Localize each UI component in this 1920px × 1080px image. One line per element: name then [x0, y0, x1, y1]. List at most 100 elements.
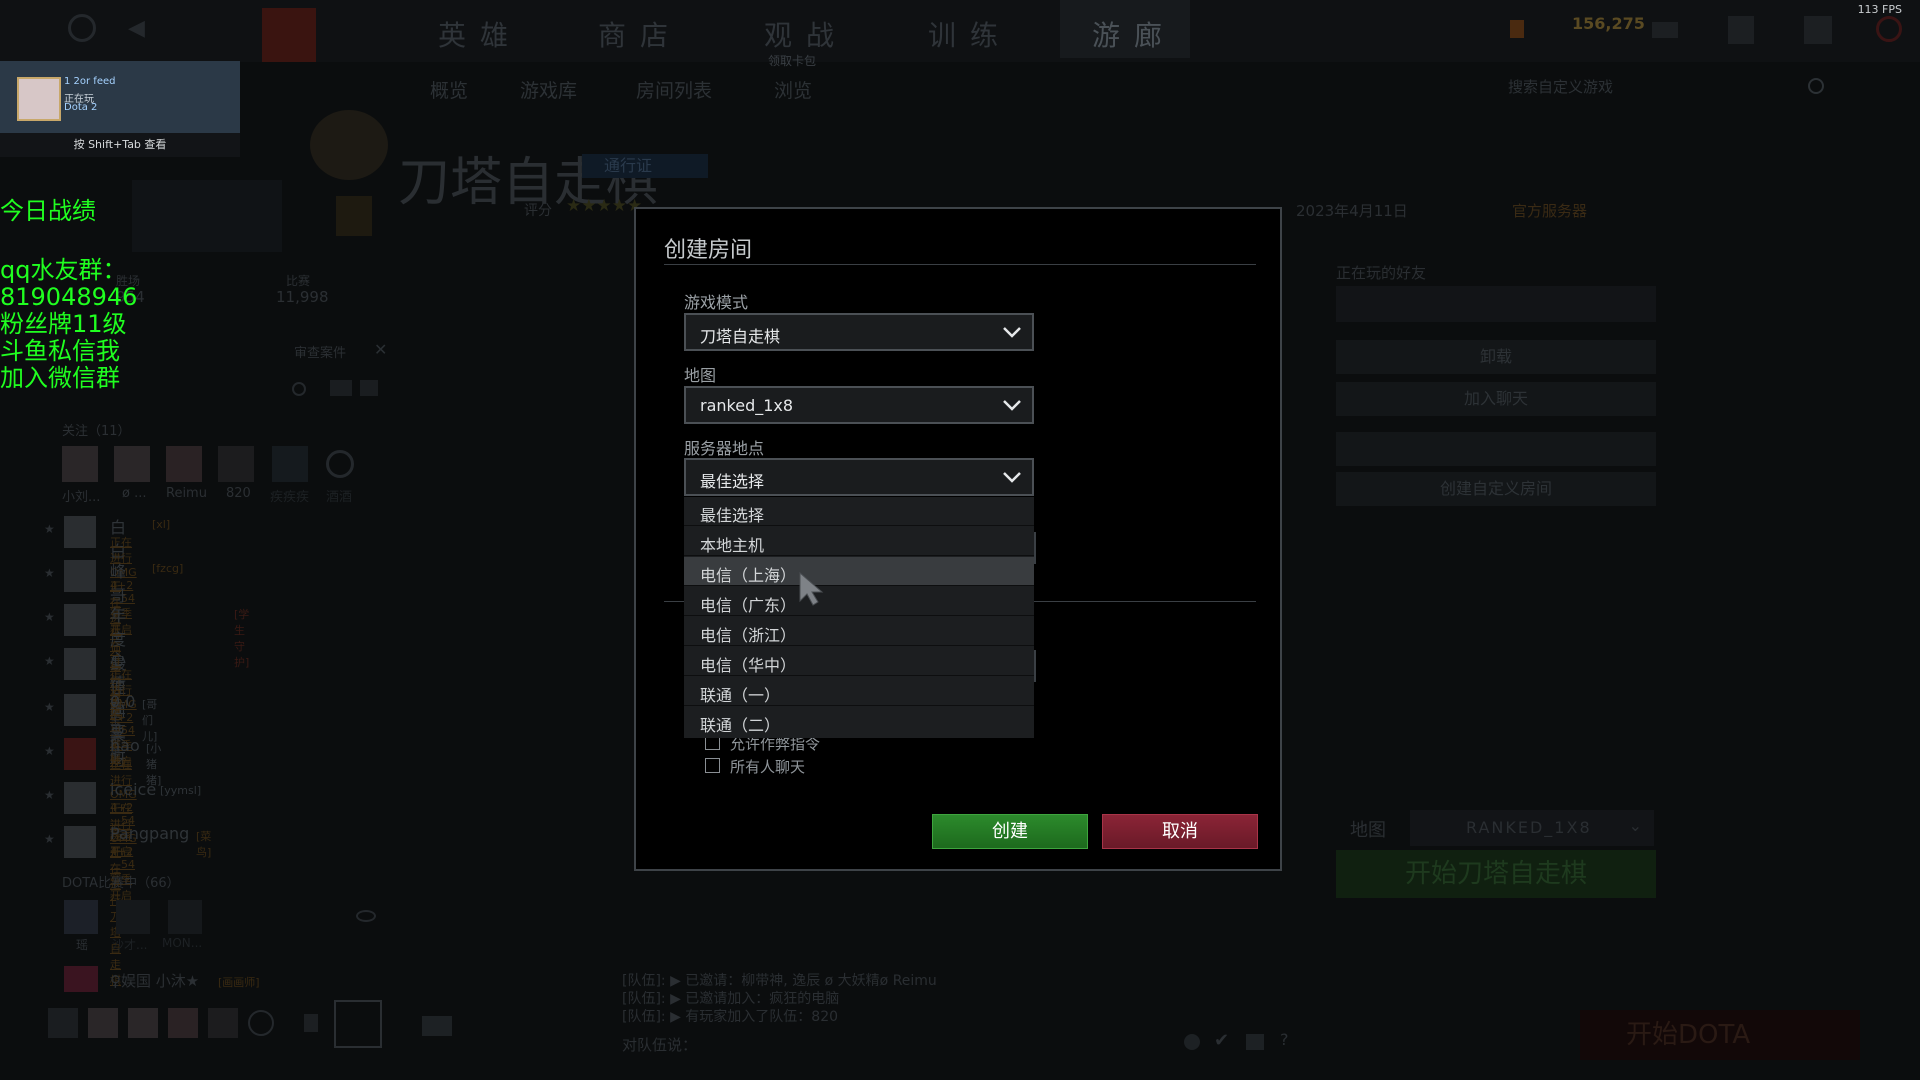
mail-icon[interactable] [1652, 22, 1678, 38]
game-mode-select[interactable]: 刀塔自走棋 [684, 313, 1034, 351]
star-icon[interactable]: ★ [44, 610, 55, 624]
power-icon[interactable] [1876, 16, 1902, 42]
party-avatar[interactable] [88, 1008, 118, 1038]
shield-icon[interactable] [1728, 16, 1754, 44]
subnav-overview[interactable]: 概览 [430, 76, 468, 103]
start-autochess-label: 开始刀塔自走棋 [1404, 859, 1587, 889]
steam-notification[interactable]: 1 2or feed 正在玩 Dota 2 [0, 61, 240, 133]
party-avatar[interactable] [168, 1008, 198, 1038]
star-icon[interactable]: ★ [44, 700, 55, 714]
server-select[interactable]: 最佳选择 [684, 458, 1034, 496]
eye-icon[interactable] [356, 910, 376, 922]
star-icon[interactable]: ★ [44, 788, 55, 802]
friend-tag: [yymsl] [160, 784, 202, 797]
review-cases-link[interactable]: 审查案件 [294, 342, 346, 361]
headset-icon[interactable] [326, 450, 354, 478]
map-label: 地图 [684, 366, 717, 385]
dota-friend-avatar[interactable] [168, 900, 202, 934]
server-option[interactable]: 本地主机 [684, 527, 1034, 556]
dota-logo[interactable] [262, 8, 316, 62]
subnav-browse[interactable]: 浏览 [774, 76, 812, 103]
uninstall-button[interactable]: 卸载 [1336, 340, 1656, 374]
title-divider [664, 264, 1256, 265]
top-friend-avatar[interactable] [62, 446, 98, 482]
server-option-hovered[interactable]: 电信（上海） [684, 557, 1034, 586]
nav-learn[interactable]: 训练 [928, 14, 1012, 54]
headset-icon[interactable] [248, 1010, 274, 1036]
allchat-checkbox[interactable] [705, 758, 720, 773]
party-avatar[interactable] [208, 1008, 238, 1038]
map-select[interactable]: ranked_1x8 [684, 386, 1034, 424]
server-option[interactable]: 电信（华中） [684, 647, 1034, 676]
friend-settings-icon[interactable] [360, 380, 378, 396]
subnav-library[interactable]: 游戏库 [520, 76, 577, 103]
play-dota-button[interactable]: 开始DOTA [1580, 1010, 1860, 1060]
dota-friend-avatar[interactable] [64, 900, 98, 934]
subnav-rooms[interactable]: 房间列表 [636, 76, 712, 103]
lock-icon[interactable] [304, 1014, 318, 1032]
official-server: 官方服务器 [1512, 202, 1588, 220]
nav-store[interactable]: 商店 [598, 14, 682, 54]
pass-button[interactable]: 通行证 [582, 154, 708, 178]
pass-button-label: 通行证 [604, 156, 653, 175]
plus-hex-icon[interactable] [336, 196, 372, 236]
grid-menu-icon[interactable] [422, 1016, 452, 1036]
top-friend-avatar[interactable] [166, 446, 202, 482]
star-icon[interactable]: ★ [44, 566, 55, 580]
cancel-button[interactable]: 取消 [1102, 814, 1258, 849]
star-icon[interactable]: ★ [44, 654, 55, 668]
top-friend-name: 小刘... [62, 490, 101, 505]
subnav-search-input[interactable]: 搜索自定义游戏 [1508, 76, 1613, 97]
server-option[interactable]: 电信（浙江） [684, 617, 1034, 646]
settings-icon[interactable] [68, 14, 96, 42]
server-label: 服务器地点 [684, 439, 765, 458]
server-option[interactable]: 最佳选择 [684, 497, 1034, 526]
top-friend-avatar[interactable] [114, 446, 150, 482]
plus-badge-icon[interactable] [1804, 16, 1832, 44]
join-chat-button[interactable]: 加入聊天 [1336, 382, 1656, 416]
nav-heroes[interactable]: 英雄 [438, 14, 522, 54]
close-icon[interactable]: ✕ [374, 340, 387, 359]
emoji-icon[interactable] [1184, 1034, 1200, 1050]
media-icon[interactable] [1246, 1034, 1264, 1050]
party-leader-emblem[interactable] [334, 1000, 382, 1048]
server-option[interactable]: 联通（二） [684, 707, 1034, 736]
following-header[interactable]: 关注（11） [62, 420, 131, 439]
right-map-select[interactable]: RANKED_1X8 ⌄ [1410, 810, 1654, 846]
friend-tag: [学生守护] [234, 608, 250, 669]
blank-button[interactable] [1336, 432, 1656, 466]
top-friend-name: 酒酒 [326, 490, 353, 505]
star-icon[interactable]: ★ [44, 522, 55, 536]
friend-tag: [xl] [152, 518, 171, 531]
dota-friend-avatar[interactable] [116, 900, 150, 934]
friends-search-icon[interactable] [292, 382, 306, 396]
dota-match-header[interactable]: DOTA比赛中（66） [62, 872, 180, 891]
server-option[interactable]: 联通（一） [684, 677, 1034, 706]
create-button[interactable]: 创建 [932, 814, 1088, 849]
game-mode-value: 刀塔自走棋 [700, 327, 781, 346]
back-arrow-icon[interactable]: ◀ [128, 16, 145, 41]
server-option[interactable]: 电信（广东） [684, 587, 1034, 616]
top-friends-row: 小刘... ø ... Reimu 820 疾疾疾 酒酒 [62, 446, 362, 506]
party-avatar[interactable] [48, 1008, 78, 1038]
star-icon[interactable]: ★ [44, 744, 55, 758]
nav-watch[interactable]: 观战 [764, 14, 848, 54]
start-autochess-button[interactable]: 开始刀塔自走棋 [1336, 850, 1656, 898]
last-friend-name[interactable]: ♀娱国 小沐★ [110, 970, 199, 991]
friend-name: Pangpang [110, 824, 190, 843]
dialog-title: 创建房间 [664, 238, 753, 263]
top-friend-avatar[interactable] [218, 446, 254, 482]
create-custom-room-button[interactable]: 创建自定义房间 [1336, 472, 1656, 506]
party-avatar[interactable] [128, 1008, 158, 1038]
checkmark-icon[interactable]: ✔ [1214, 1030, 1229, 1051]
nav-arcade[interactable]: 游廊 [1092, 14, 1176, 54]
search-icon[interactable] [1808, 78, 1824, 94]
hidden-field-edge [1034, 650, 1036, 682]
add-friend-icon[interactable] [330, 380, 352, 396]
chat-input[interactable]: 对队伍说： [622, 1034, 697, 1055]
top-friend-avatar[interactable] [272, 446, 308, 482]
star-icon[interactable]: ★ [44, 832, 55, 846]
friend-avatar [17, 77, 61, 121]
dota-friend-name: 瑶 [76, 938, 89, 952]
help-icon[interactable]: ? [1280, 1030, 1289, 1049]
